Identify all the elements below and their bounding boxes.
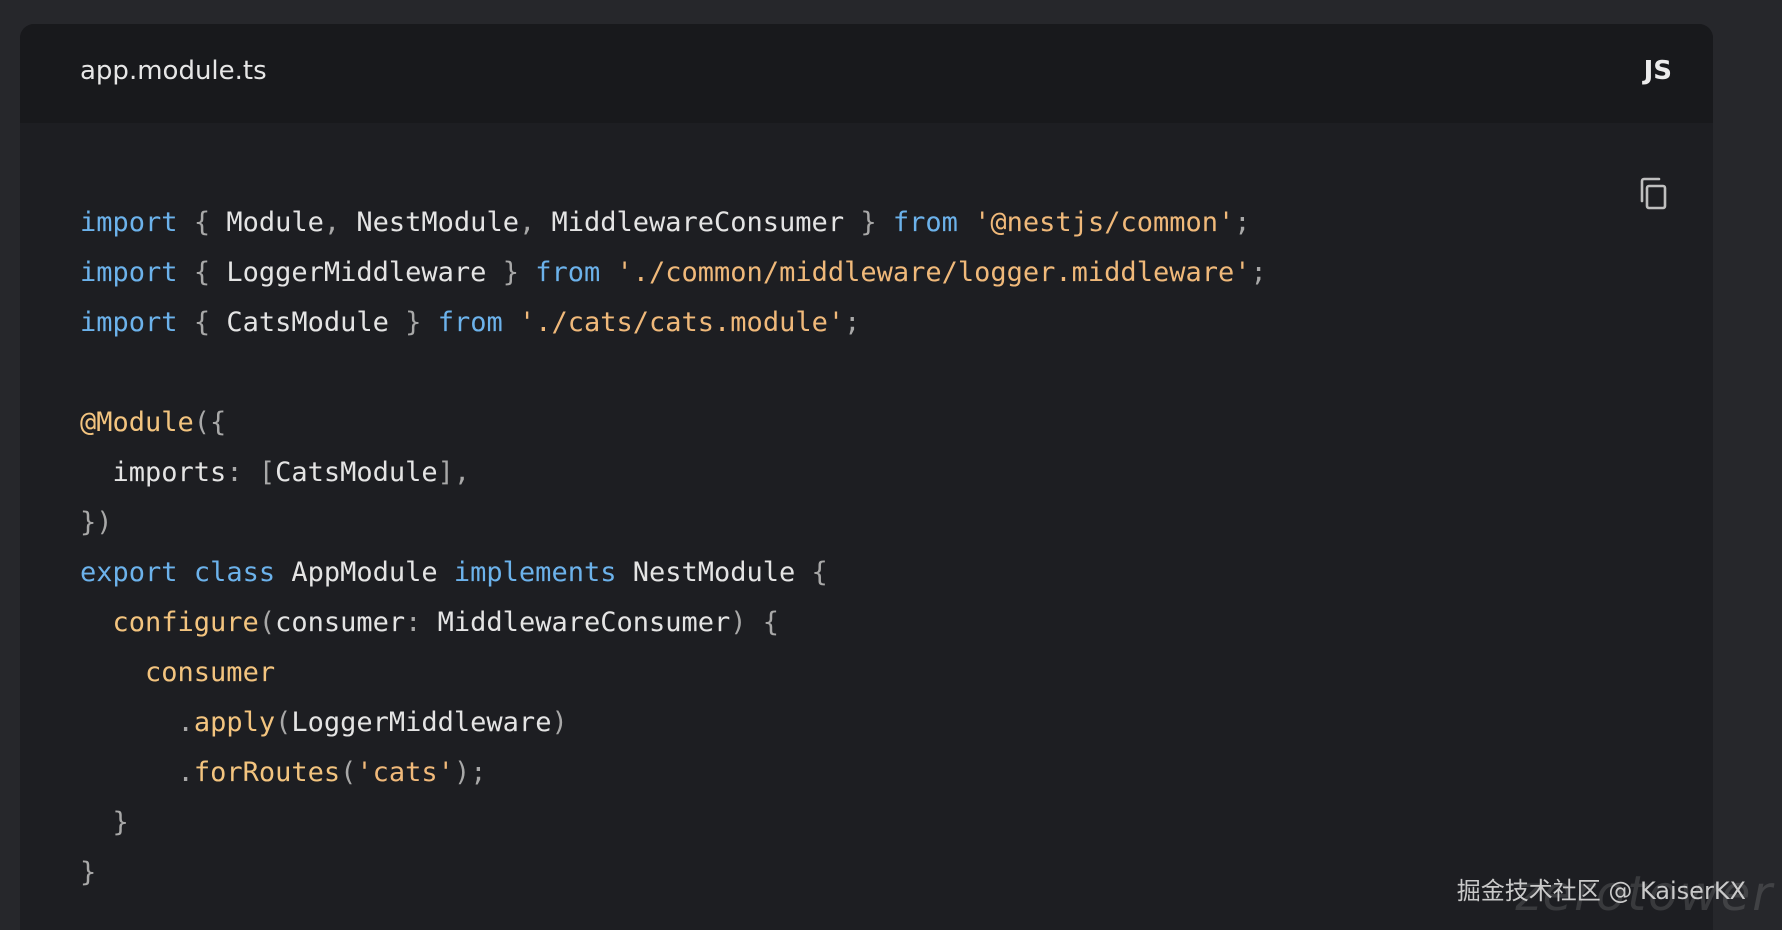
code-token: MiddlewareConsumer (421, 607, 731, 638)
code-token: forRoutes (193, 757, 341, 788)
code-block-header: app.module.ts JS (20, 24, 1713, 123)
code-line: export class AppModule implements NestMo… (80, 548, 1267, 598)
code-line: @Module({ (80, 398, 1267, 448)
code-token: , (518, 207, 536, 238)
code-token: imports (80, 457, 227, 488)
code-token: CatsModule (210, 307, 406, 338)
code-token: ( (340, 757, 357, 788)
code-token: import (80, 257, 178, 288)
code-token: NestModule (340, 207, 519, 238)
code-token: import (80, 307, 178, 338)
code-token: AppModule (275, 557, 454, 588)
code-language-label: JS (1643, 56, 1672, 86)
code-token: ) (730, 607, 747, 638)
code-token: : (405, 607, 422, 638)
code-token: } (80, 857, 97, 888)
code-token: LoggerMiddleware (291, 707, 552, 738)
code-token: './cats/cats.module' (518, 307, 845, 338)
code-token: Module (210, 207, 324, 238)
code-token: LoggerMiddleware (210, 257, 503, 288)
copy-button[interactable] (1633, 174, 1673, 214)
code-token: { (811, 557, 828, 588)
code-line: .apply(LoggerMiddleware) (80, 698, 1267, 748)
code-token: class (193, 557, 276, 588)
code-token: from (535, 257, 601, 288)
code-line: } (80, 848, 1267, 898)
code-line: }) (80, 498, 1267, 548)
code-token: CatsModule (275, 457, 438, 488)
code-token: from (892, 207, 958, 238)
code-token: ({ (193, 407, 227, 438)
code-line: import { Module, NestModule, MiddlewareC… (80, 198, 1267, 248)
code-token: } (405, 307, 422, 338)
code-token: ; (1250, 257, 1267, 288)
code-token: { (762, 607, 780, 638)
code-line: } (80, 798, 1267, 848)
code-line: imports: [CatsModule], (80, 448, 1267, 498)
code-token: { (193, 207, 211, 238)
copy-icon (1640, 177, 1667, 210)
code-token: ], (437, 457, 471, 488)
code-token: , (323, 207, 341, 238)
code-token: ; (844, 307, 861, 338)
code-line: import { CatsModule } from './cats/cats.… (80, 298, 1267, 348)
code-line: configure(consumer: MiddlewareConsumer) … (80, 598, 1267, 648)
code-token: : (226, 457, 243, 488)
code-block-card: app.module.ts JS import { Module, NestMo… (20, 24, 1713, 930)
code-token: [ (258, 457, 276, 488)
code-token: { (193, 307, 211, 338)
code-token: export (80, 557, 178, 588)
code-token: '@nestjs/common' (974, 207, 1235, 238)
code-token: ) (551, 707, 568, 738)
code-line: consumer (80, 648, 1267, 698)
code-token: } (112, 807, 129, 838)
watermark-text: 掘金技术社区 @ KaiserKX (1456, 877, 1746, 905)
code-token: ( (275, 707, 292, 738)
code-token: { (193, 257, 211, 288)
code-token: apply (193, 707, 276, 738)
code-token: } (502, 257, 519, 288)
code-token: . (177, 757, 194, 788)
code-token: ); (453, 757, 487, 788)
code-token: implements (453, 557, 617, 588)
code-token: } (860, 207, 877, 238)
code-token: MiddlewareConsumer (535, 207, 861, 238)
code-content[interactable]: import { Module, NestModule, MiddlewareC… (80, 198, 1267, 898)
code-token: import (80, 207, 178, 238)
code-token: }) (80, 507, 113, 538)
code-token: 'cats' (356, 757, 454, 788)
code-token: ( (258, 607, 276, 638)
code-token: from (437, 307, 503, 338)
code-token: @Module (80, 407, 194, 438)
code-line: .forRoutes('cats'); (80, 748, 1267, 798)
code-line: import { LoggerMiddleware } from './comm… (80, 248, 1267, 298)
code-token: './common/middleware/logger.middleware' (616, 257, 1251, 288)
code-token: consumer (145, 657, 276, 688)
code-filename: app.module.ts (80, 56, 267, 86)
code-token: . (177, 707, 194, 738)
code-token: consumer (275, 607, 406, 638)
code-token: NestModule (616, 557, 812, 588)
code-token: ; (1234, 207, 1251, 238)
code-token: configure (112, 607, 259, 638)
